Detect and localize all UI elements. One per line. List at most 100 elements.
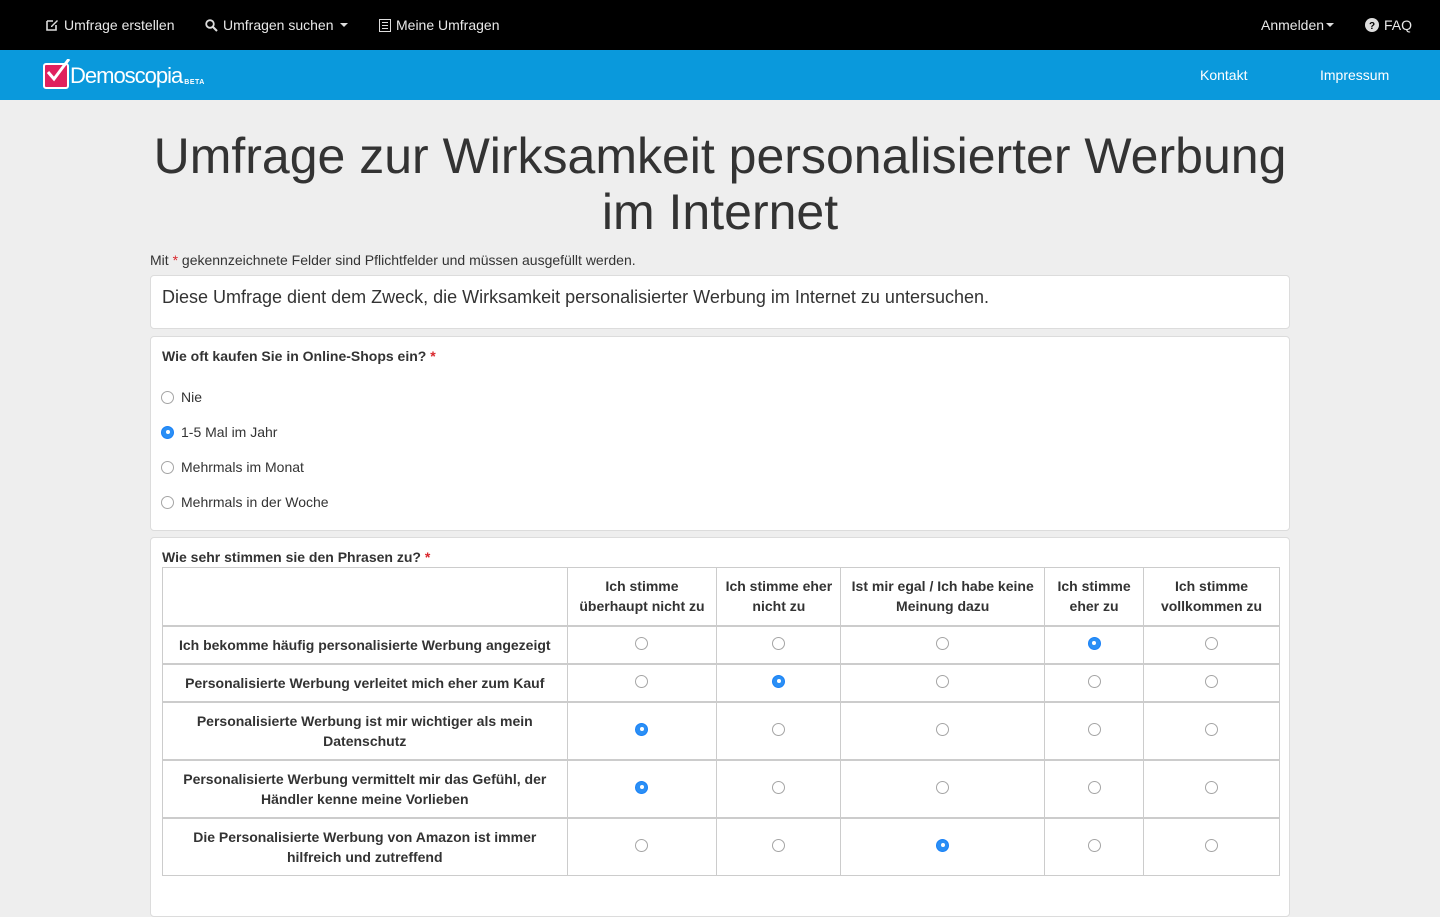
- intro-panel: Diese Umfrage dient dem Zweck, die Wirks…: [150, 275, 1290, 329]
- radio-button[interactable]: [772, 780, 786, 794]
- radio-option[interactable]: Mehrmals in der Woche: [161, 493, 329, 511]
- matrix-cell[interactable]: [566, 759, 718, 818]
- radio-option[interactable]: Mehrmals im Monat: [161, 458, 304, 476]
- radio-button[interactable]: [1087, 674, 1101, 688]
- radio-button[interactable]: [635, 636, 649, 650]
- radio-button[interactable]: [936, 780, 950, 794]
- login-label: Anmelden: [1261, 17, 1325, 33]
- radio-button[interactable]: [1087, 722, 1101, 736]
- matrix-cell[interactable]: [1044, 817, 1145, 876]
- matrix-statement: Personalisierte Werbung vermittelt mir d…: [162, 759, 568, 818]
- logo[interactable]: Demoscopia BETA: [43, 59, 205, 89]
- radio-option[interactable]: Nie: [161, 388, 202, 406]
- radio-button[interactable]: [1205, 780, 1219, 794]
- matrix-cell[interactable]: [1143, 701, 1280, 760]
- kontakt-link[interactable]: Kontakt: [1200, 50, 1247, 100]
- matrix-cell[interactable]: [1044, 759, 1145, 818]
- matrix-row: Die Personalisierte Werbung von Amazon i…: [162, 817, 1280, 876]
- matrix-cell[interactable]: [566, 701, 718, 760]
- matrix-cell[interactable]: [840, 625, 1046, 664]
- radio-button[interactable]: [1205, 674, 1219, 688]
- matrix-cell[interactable]: [1044, 701, 1145, 760]
- matrix-statement: Personalisierte Werbung verleitet mich e…: [162, 663, 568, 702]
- search-icon: [205, 18, 218, 32]
- question-text: Wie oft kaufen Sie in Online-Shops ein?: [162, 348, 427, 364]
- matrix-row: Personalisierte Werbung ist mir wichtige…: [162, 701, 1280, 760]
- radio-option-label: Mehrmals in der Woche: [181, 494, 329, 510]
- matrix-cell[interactable]: [840, 701, 1046, 760]
- radio-button[interactable]: [1087, 780, 1101, 794]
- radio-button[interactable]: [635, 838, 649, 852]
- radio-button[interactable]: [772, 722, 786, 736]
- matrix-cell[interactable]: [566, 817, 718, 876]
- likert-table: Ich stimme überhaupt nicht zu Ich stimme …: [162, 567, 1280, 876]
- radio-button[interactable]: [161, 495, 174, 509]
- radio-button[interactable]: [161, 460, 174, 474]
- matrix-cell[interactable]: [716, 663, 842, 702]
- matrix-cell[interactable]: [1044, 663, 1145, 702]
- radio-button[interactable]: [161, 390, 174, 404]
- create-survey-label: Umfrage erstellen: [64, 17, 175, 33]
- matrix-statement: Ich bekomme häufig personalisierte Werbu…: [162, 625, 568, 664]
- matrix-column-header: Ist mir egal / Ich habe keine Meinung da…: [840, 567, 1046, 626]
- radio-button[interactable]: [1205, 722, 1219, 736]
- brand-name: Demoscopia: [70, 63, 183, 88]
- beta-badge: BETA: [184, 79, 205, 86]
- radio-option-label: Mehrmals im Monat: [181, 459, 304, 475]
- radio-option-label: 1-5 Mal im Jahr: [181, 424, 278, 440]
- question-label: Wie oft kaufen Sie in Online-Shops ein? …: [162, 348, 436, 364]
- matrix-statement: Die Personalisierte Werbung von Amazon i…: [162, 817, 568, 876]
- matrix-cell[interactable]: [566, 625, 718, 664]
- matrix-cell[interactable]: [1044, 625, 1145, 664]
- question-label: Wie sehr stimmen sie den Phrasen zu? *: [162, 549, 430, 565]
- my-surveys-label: Meine Umfragen: [396, 17, 500, 33]
- radio-option[interactable]: 1-5 Mal im Jahr: [161, 423, 277, 441]
- matrix-row: Ich bekomme häufig personalisierte Werbu…: [162, 625, 1280, 664]
- create-survey-link[interactable]: Umfrage erstellen: [45, 0, 175, 50]
- required-star: *: [424, 549, 431, 565]
- radio-button[interactable]: [635, 674, 649, 688]
- matrix-cell[interactable]: [840, 759, 1046, 818]
- radio-button[interactable]: [635, 722, 649, 736]
- matrix-cell[interactable]: [716, 701, 842, 760]
- radio-button[interactable]: [772, 636, 786, 650]
- radio-button[interactable]: [772, 674, 786, 688]
- matrix-cell[interactable]: [840, 663, 1046, 702]
- radio-button[interactable]: [1087, 838, 1101, 852]
- matrix-column-header: Ich stimme eher nicht zu: [716, 567, 842, 626]
- matrix-cell[interactable]: [716, 817, 842, 876]
- matrix-cell[interactable]: [1143, 759, 1280, 818]
- matrix-cell[interactable]: [716, 759, 842, 818]
- question-shopping-frequency: Wie oft kaufen Sie in Online-Shops ein? …: [150, 336, 1290, 531]
- impressum-link[interactable]: Impressum: [1320, 50, 1389, 100]
- matrix-corner-cell: [162, 567, 568, 626]
- matrix-cell[interactable]: [840, 817, 1046, 876]
- required-fields-note: Mit * gekennzeichnete Felder sind Pflich…: [150, 252, 636, 268]
- list-icon: [379, 18, 391, 32]
- radio-button[interactable]: [635, 780, 649, 794]
- matrix-cell[interactable]: [1143, 625, 1280, 664]
- matrix-cell[interactable]: [716, 625, 842, 664]
- brand-bar: Demoscopia BETA Kontakt Impressum: [0, 50, 1440, 100]
- matrix-statement: Personalisierte Werbung ist mir wichtige…: [162, 701, 568, 760]
- login-dropdown[interactable]: Anmelden: [1261, 0, 1335, 50]
- radio-button[interactable]: [936, 838, 950, 852]
- radio-button[interactable]: [161, 425, 174, 439]
- my-surveys-link[interactable]: Meine Umfragen: [379, 0, 500, 50]
- radio-button[interactable]: [936, 636, 950, 650]
- radio-button[interactable]: [936, 722, 950, 736]
- survey-intro-text: Diese Umfrage dient dem Zweck, die Wirks…: [162, 287, 990, 307]
- radio-button[interactable]: [772, 838, 786, 852]
- matrix-column-header: Ich stimme eher zu: [1044, 567, 1145, 626]
- required-note-post: gekennzeichnete Felder sind Pflichtfelde…: [181, 252, 636, 268]
- search-surveys-dropdown[interactable]: Umfragen suchen: [205, 0, 348, 50]
- matrix-row: Personalisierte Werbung verleitet mich e…: [162, 663, 1280, 702]
- radio-button[interactable]: [1205, 636, 1219, 650]
- faq-link[interactable]: ? FAQ: [1365, 0, 1412, 50]
- radio-button[interactable]: [936, 674, 950, 688]
- radio-button[interactable]: [1087, 636, 1101, 650]
- matrix-cell[interactable]: [1143, 817, 1280, 876]
- matrix-cell[interactable]: [1143, 663, 1280, 702]
- matrix-cell[interactable]: [566, 663, 718, 702]
- radio-button[interactable]: [1205, 838, 1219, 852]
